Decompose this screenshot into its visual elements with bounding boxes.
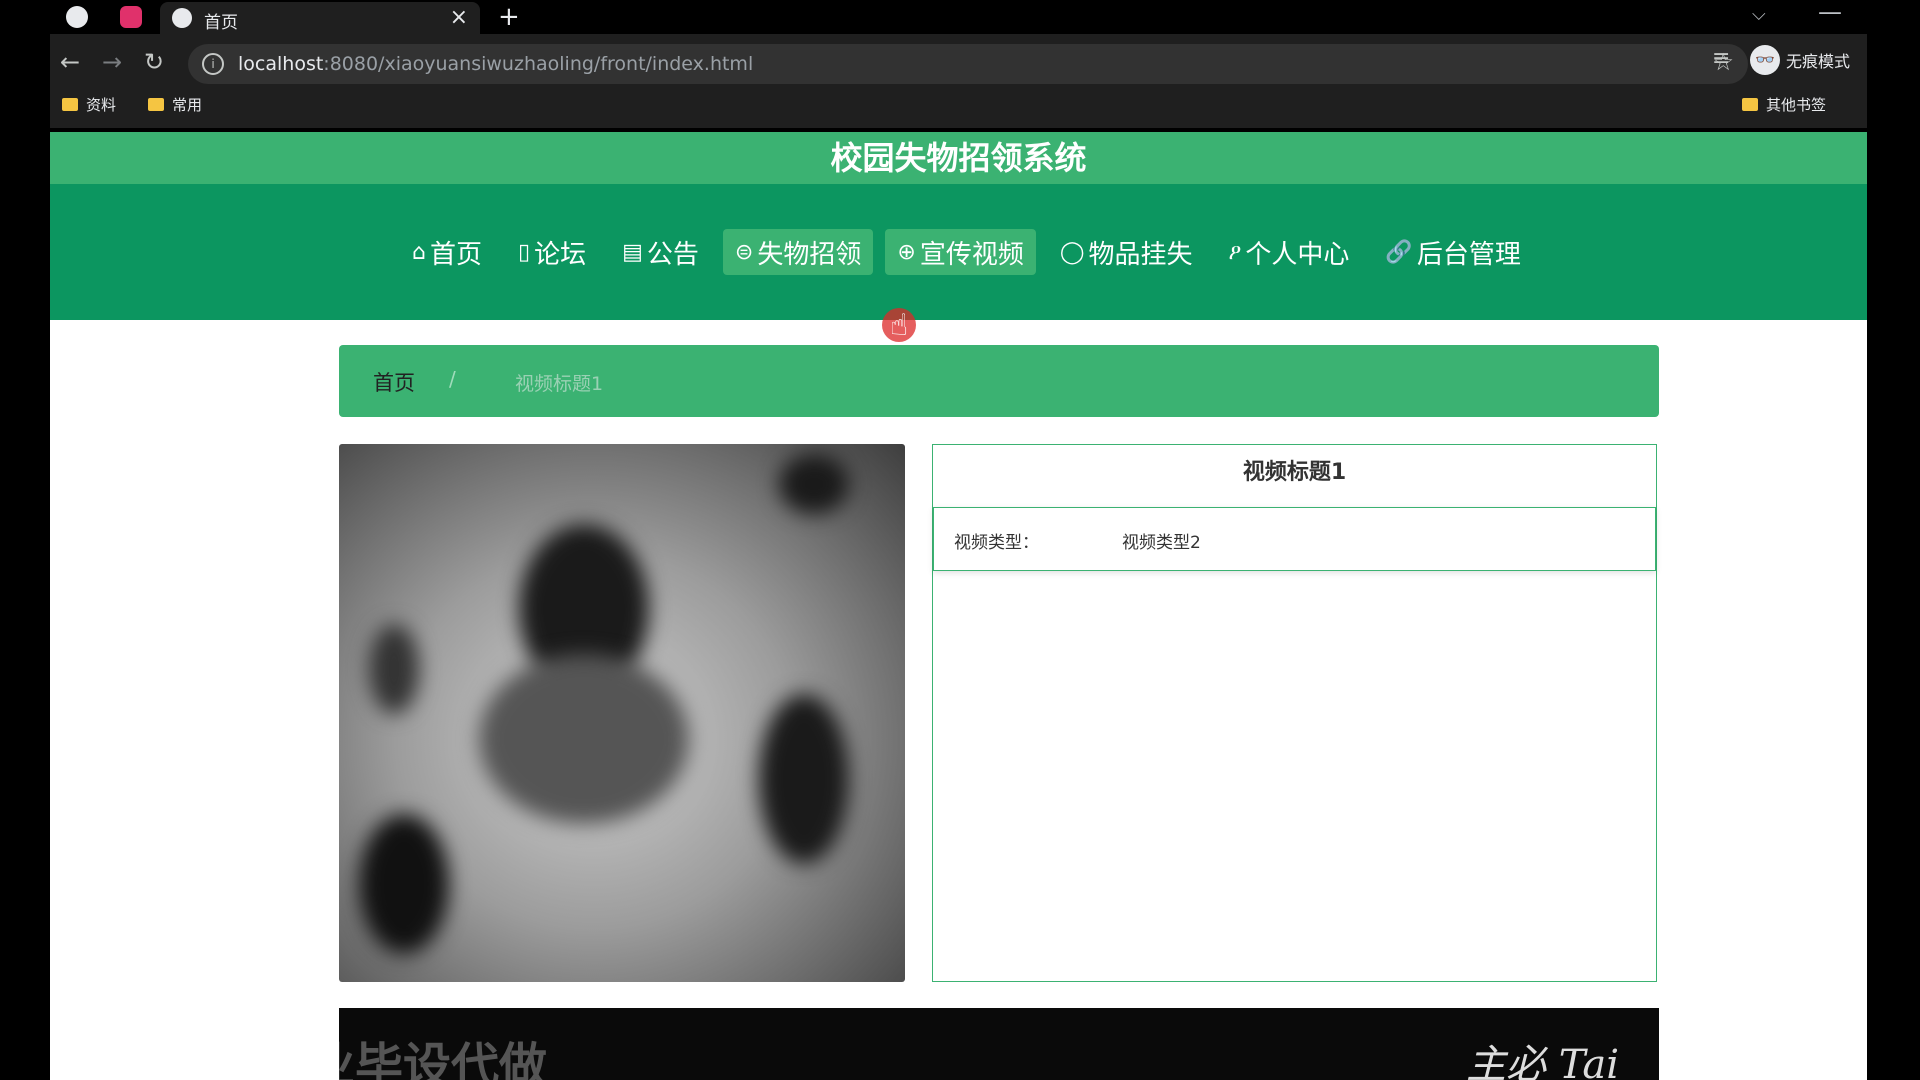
globe-icon[interactable] — [66, 6, 88, 28]
folder-icon — [148, 98, 164, 111]
media-control-icon[interactable]: ≡ — [1712, 46, 1730, 71]
link-icon: 🔗 — [1385, 239, 1413, 265]
breadcrumb-home[interactable]: 首页 — [373, 367, 415, 397]
globe-icon — [172, 8, 192, 28]
breadcrumb: 首页 / 视频标题1 — [339, 345, 1659, 417]
user-icon: ዖ — [1228, 239, 1242, 265]
url-path: :8080/xiaoyuansiwuzhaoling/front/index.h… — [323, 53, 754, 75]
nav-label: 失物招领 — [757, 239, 862, 270]
incognito-icon: 👓 — [1750, 45, 1780, 75]
bookmark-label: 常用 — [172, 96, 203, 114]
url-text[interactable]: localhost:8080/xiaoyuansiwuzhaoling/fron… — [238, 53, 753, 75]
video-type-row: 视频类型： 视频类型2 — [933, 507, 1656, 571]
minimize-icon[interactable]: — — [1818, 0, 1842, 26]
promo-banner: 专业毕设代做 主必 Tai — [339, 1008, 1659, 1080]
lost-found-icon: ⊜ — [734, 239, 754, 265]
video-frame-hand — [759, 694, 849, 864]
nav-announcement[interactable]: ▤ 公告 — [610, 229, 711, 275]
forum-icon: ▯ — [517, 239, 531, 265]
breadcrumb-current: 视频标题1 — [515, 373, 604, 395]
video-type-label: 视频类型： — [954, 533, 1039, 553]
video-title: 视频标题1 — [1242, 460, 1347, 485]
video-player[interactable] — [339, 444, 905, 982]
incognito-profile[interactable]: 👓 无痕模式 — [1750, 42, 1850, 78]
video-type-value: 视频类型2 — [1122, 533, 1201, 553]
nav-label: 物品挂失 — [1088, 239, 1193, 270]
site-title: 校园失物招领系统 — [830, 139, 1087, 177]
nav-home[interactable]: ⌂ 首页 — [400, 229, 494, 275]
home-icon: ⌂ — [412, 239, 426, 265]
close-tab-icon[interactable]: × — [450, 5, 468, 30]
reload-icon[interactable]: ↻ — [144, 48, 164, 76]
nav-label: 论坛 — [534, 239, 587, 270]
tab-title: 首页 — [204, 13, 238, 33]
address-bar[interactable]: i localhost:8080/xiaoyuansiwuzhaoling/fr… — [188, 44, 1748, 84]
breadcrumb-separator: / — [449, 367, 456, 391]
site-info-icon[interactable]: i — [202, 53, 224, 75]
pointer-hand-icon: ☝ — [890, 308, 909, 343]
nav-admin[interactable]: 🔗 后台管理 — [1373, 229, 1532, 275]
video-frame-figure — [479, 654, 689, 824]
video-frame-hand — [369, 624, 419, 714]
nav-label: 后台管理 — [1416, 239, 1521, 270]
nav-forum[interactable]: ▯ 论坛 — [506, 229, 598, 275]
report-icon: ◯ — [1059, 239, 1085, 265]
nav-label: 公告 — [646, 239, 699, 270]
bookmark-changyong[interactable]: 常用 — [148, 94, 202, 115]
main-nav: ⌂ 首页 ▯ 论坛 ▤ 公告 ⊜ 失物招领 ⊕ 宣传视频 ◯ 物品挂失 ዖ 个人中心 🔗 后台管… — [50, 184, 1867, 343]
tab-strip: 首页 × + ⌵ — — [0, 0, 1920, 34]
video-frame-hand — [359, 814, 449, 954]
nav-lost-and-found[interactable]: ⊜ 失物招领 — [722, 229, 874, 275]
pinned-tab-icon[interactable] — [120, 6, 142, 28]
nav-personal-center[interactable]: ዖ 个人中心 — [1216, 229, 1361, 275]
incognito-label: 无痕模式 — [1786, 52, 1851, 71]
nav-label: 宣传视频 — [919, 239, 1024, 270]
banner-right-text: 主必 Tai — [1466, 1042, 1619, 1080]
other-bookmarks-label: 其他书签 — [1766, 96, 1827, 114]
nav-report-loss[interactable]: ◯ 物品挂失 — [1048, 229, 1205, 275]
tab-search-icon[interactable]: ⌵ — [1752, 4, 1766, 25]
other-bookmarks[interactable]: 其他书签 — [1742, 94, 1826, 115]
announcement-icon: ▤ — [622, 239, 643, 265]
nav-label: 个人中心 — [1245, 239, 1350, 270]
nav-promo-video[interactable]: ⊕ 宣传视频 — [885, 229, 1036, 275]
video-detail-panel: 视频标题1 视频类型： 视频类型2 — [932, 444, 1657, 982]
bookmark-ziliao[interactable]: 资料 — [62, 94, 116, 115]
nav-label: 首页 — [429, 239, 482, 270]
bookmark-label: 资料 — [86, 96, 117, 114]
folder-icon — [1742, 98, 1758, 111]
video-icon: ⊕ — [897, 239, 916, 265]
browser-toolbar: ← → ↻ i localhost:8080/xiaoyuansiwuzhaol… — [50, 34, 1867, 128]
forward-icon[interactable]: → — [102, 48, 122, 76]
video-frame-hand — [779, 454, 849, 514]
url-host: localhost — [238, 53, 324, 75]
banner-left-text: 专业毕设代做 — [339, 1038, 548, 1080]
active-tab[interactable]: 首页 × — [160, 2, 480, 34]
site-header: 校园失物招领系统 — [50, 132, 1867, 184]
page-viewport: 校园失物招领系统 ⌂ 首页 ▯ 论坛 ▤ 公告 ⊜ 失物招领 ⊕ 宣传视频 ◯ 物品挂失 ዖ… — [50, 132, 1867, 1080]
folder-icon — [62, 98, 78, 111]
back-icon[interactable]: ← — [60, 48, 80, 76]
new-tab-button[interactable]: + — [498, 2, 520, 32]
